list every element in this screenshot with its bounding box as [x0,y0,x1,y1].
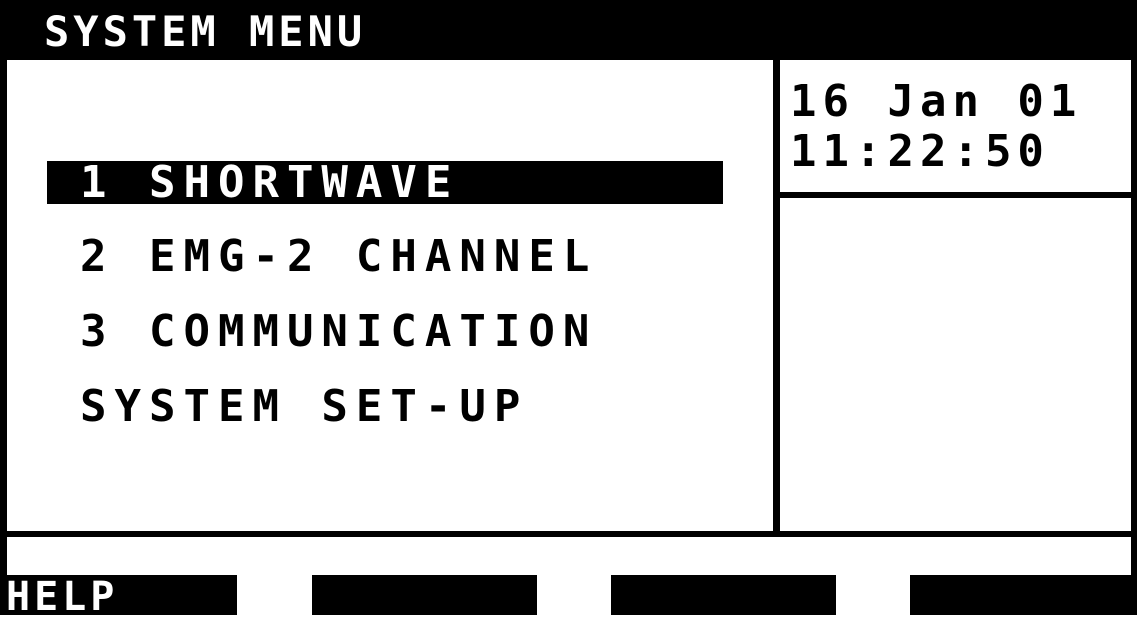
page-title: SYSTEM MENU [44,7,367,56]
help-softkey[interactable]: HELP [0,575,237,619]
title-bar: SYSTEM MENU [0,0,1137,60]
menu-item-emg-2-channel[interactable]: 2 EMG-2 CHANNEL [47,235,597,279]
menu-item-communication[interactable]: 3 COMMUNICATION [47,310,597,354]
softkey-3[interactable] [611,575,836,615]
menu-item-system-set-up[interactable]: SYSTEM SET-UP [47,385,528,429]
date-display: 16 Jan 01 [790,76,1083,127]
device-screen: SYSTEM MENU 16 Jan 01 11:22:50 1 SHORTWA… [0,0,1137,619]
frame-left-border [0,0,7,575]
frame-right-border [1131,0,1137,575]
status-divider [0,531,1137,537]
panel-divider-vertical [773,60,780,532]
softkey-4[interactable] [910,575,1137,615]
time-display: 11:22:50 [790,126,1050,177]
datetime-divider [780,192,1137,198]
menu-item-shortwave[interactable]: 1 SHORTWAVE [47,161,723,205]
softkey-2[interactable] [312,575,537,615]
